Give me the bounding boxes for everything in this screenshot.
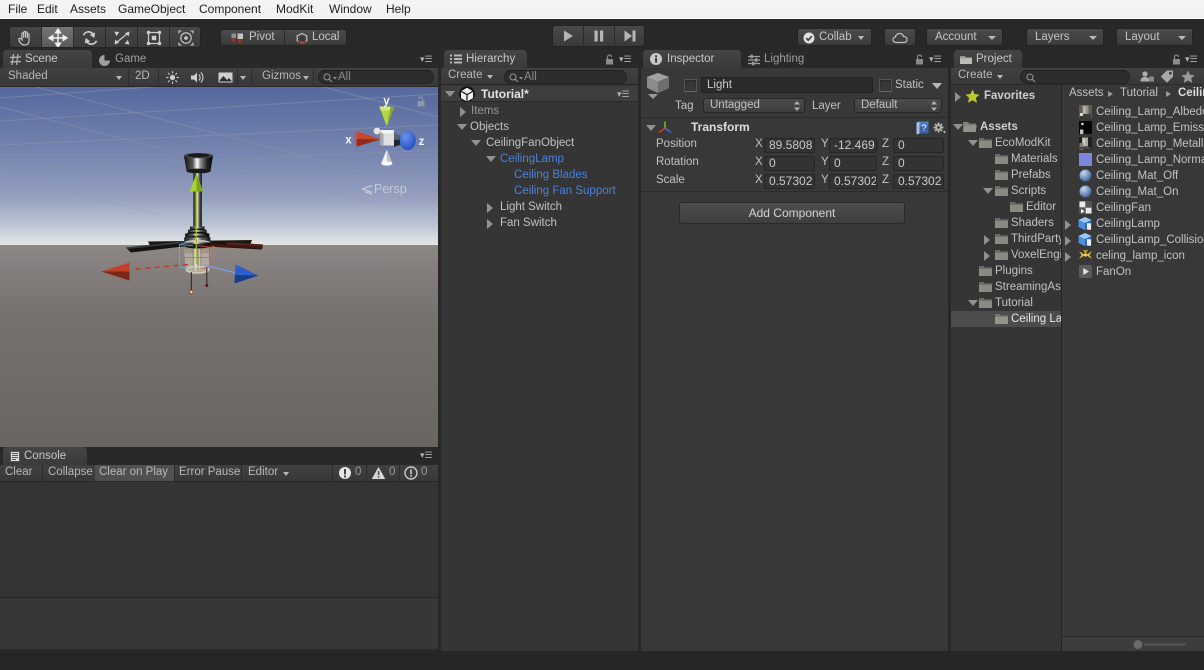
svg-text:Persp: Persp — [374, 182, 407, 196]
svg-text:x: x — [345, 135, 352, 147]
svg-text:y: y — [383, 96, 390, 108]
svg-text:z: z — [419, 136, 425, 148]
svg-text:?: ? — [921, 123, 926, 133]
